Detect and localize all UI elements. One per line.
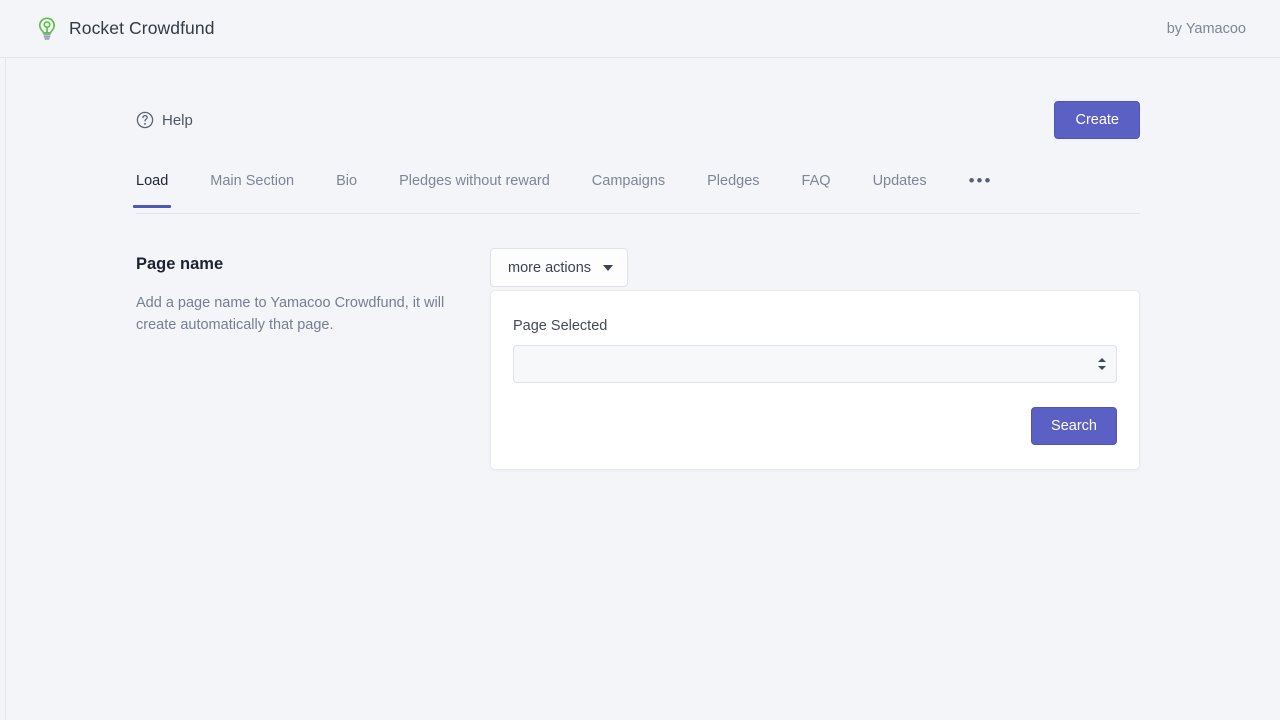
- page-selection-card: Page Selected Search: [490, 290, 1140, 470]
- question-mark-circle-icon: [136, 111, 154, 129]
- tab-updates[interactable]: Updates: [873, 166, 927, 189]
- app-title: Rocket Crowdfund: [69, 18, 215, 38]
- page-selected-select[interactable]: [513, 345, 1117, 383]
- page-toolbar: Help Create: [136, 96, 1140, 144]
- lightbulb-icon: [38, 16, 56, 40]
- page-body: Page name Add a page name to Yamacoo Cro…: [136, 248, 1140, 470]
- tab-pledges-without-reward[interactable]: Pledges without reward: [399, 166, 550, 189]
- more-actions-label: more actions: [508, 259, 592, 276]
- page-selected-label: Page Selected: [513, 318, 608, 334]
- tab-bar: Load Main Section Bio Pledges without re…: [132, 166, 1140, 214]
- more-actions-button[interactable]: more actions: [490, 248, 629, 287]
- left-edge-divider: [5, 58, 6, 720]
- vendor-byline: by Yamacoo: [1166, 20, 1246, 37]
- chevron-down-icon: [603, 264, 614, 271]
- brand[interactable]: Rocket Crowdfund: [36, 16, 215, 41]
- panel-column: more actions Page Selected Search: [490, 248, 1140, 470]
- help-label: Help: [162, 111, 193, 129]
- section-description: Add a page name to Yamacoo Crowdfund, it…: [136, 295, 445, 334]
- page-selected-field: [513, 345, 1117, 383]
- tab-campaigns[interactable]: Campaigns: [592, 166, 665, 189]
- tab-overflow-ellipsis-icon[interactable]: •••: [969, 166, 993, 189]
- search-button[interactable]: Search: [1031, 407, 1117, 445]
- tab-load[interactable]: Load: [132, 166, 172, 208]
- create-button[interactable]: Create: [1054, 101, 1140, 139]
- app-header: Rocket Crowdfund by Yamacoo: [0, 0, 1280, 58]
- content-column: Help Create Load Main Section Bio Pledge…: [132, 58, 1140, 470]
- card-actions: Search: [513, 407, 1117, 445]
- help-link[interactable]: Help: [136, 111, 193, 129]
- tab-bio[interactable]: Bio: [336, 166, 357, 189]
- tab-pledges[interactable]: Pledges: [707, 166, 759, 189]
- section-description-column: Page name Add a page name to Yamacoo Cro…: [136, 248, 456, 470]
- app-window: Rocket Crowdfund by Yamacoo Help Create …: [0, 0, 1280, 720]
- tab-main-section[interactable]: Main Section: [210, 166, 294, 189]
- tab-faq[interactable]: FAQ: [802, 166, 831, 189]
- section-title: Page name: [136, 255, 224, 273]
